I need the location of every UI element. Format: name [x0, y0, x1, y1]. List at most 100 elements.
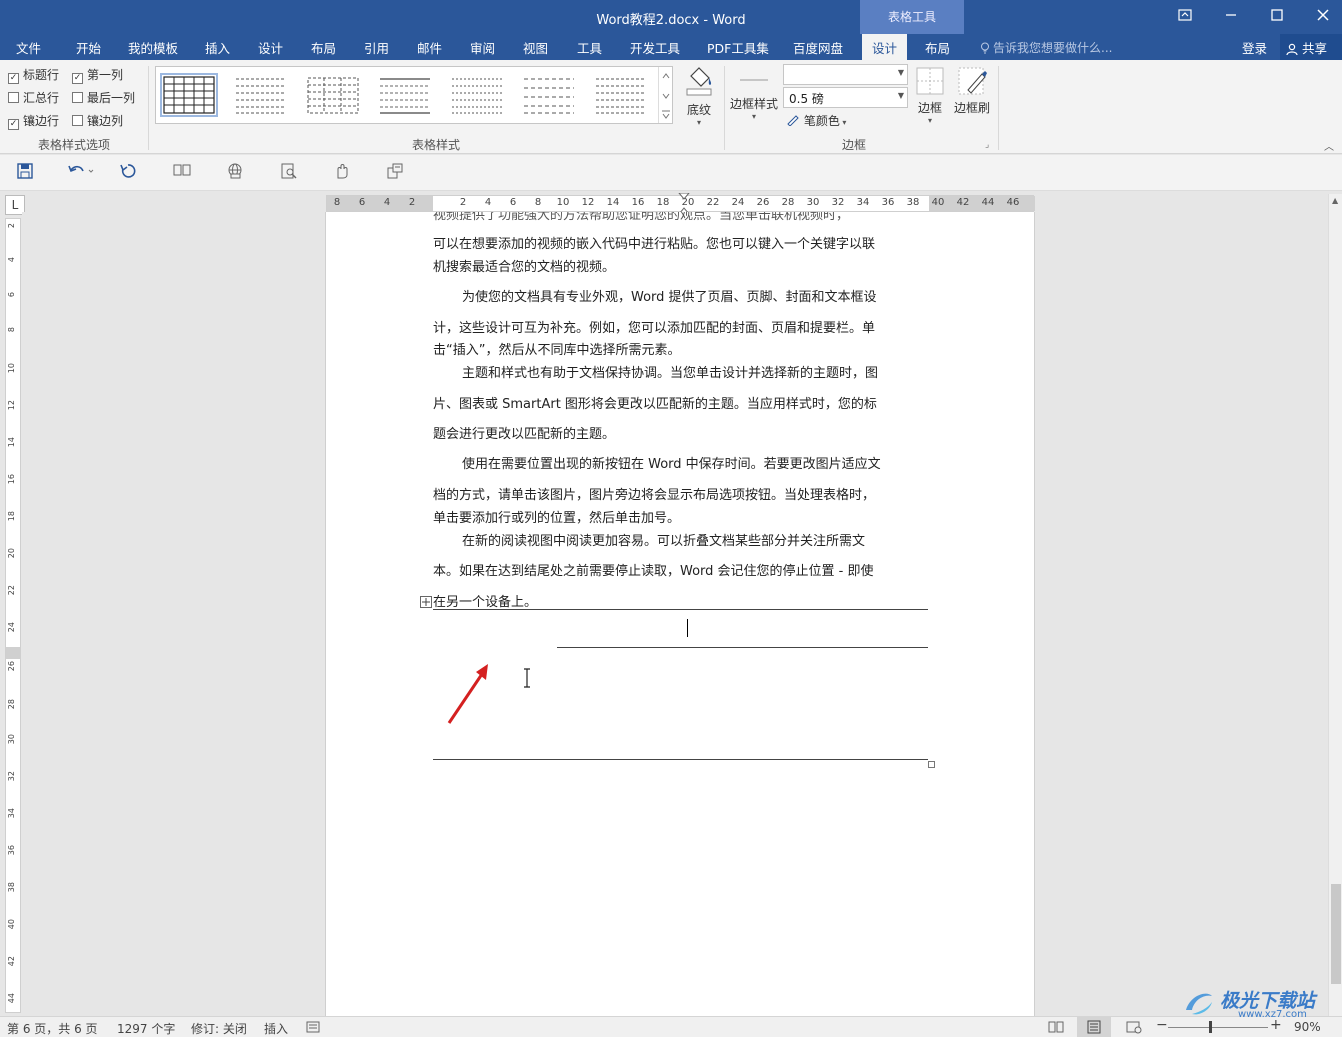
tab-table-design[interactable]: 设计 [862, 34, 908, 60]
vertical-scrollbar[interactable]: ▲ [1328, 194, 1342, 1016]
ribbon-tabs: 文件 开始 我的模板 插入 设计 布局 引用 邮件 审阅 视图 工具 开发工具 … [0, 34, 1342, 60]
ruler-number: 12 [581, 197, 595, 208]
total-row-checkbox[interactable]: 汇总行 [8, 89, 59, 106]
checkbox-label: 镶边行 [23, 114, 60, 128]
text-line: 击“插入”，然后从不同库中选择所需元素。 [433, 343, 681, 358]
table-resize-handle[interactable] [928, 761, 935, 768]
header-row-checkbox[interactable]: ✓ 标题行 [8, 66, 59, 84]
document-page[interactable]: 视频提供了功能强大的方法帮助您证明您的观点。当您单击联机视频时， 可以在想要添加… [325, 212, 1035, 1016]
ruler-number: 4 [7, 257, 16, 263]
table-style-light-1[interactable] [232, 73, 290, 117]
table-move-handle-icon[interactable] [420, 596, 432, 608]
scroll-thumb[interactable] [1331, 884, 1341, 984]
ruler-number: 2 [459, 197, 467, 208]
ruler-number: 18 [656, 197, 670, 208]
ruler-number: 14 [606, 197, 620, 208]
zoom-level[interactable]: 90% [1294, 1020, 1321, 1034]
page-count[interactable]: 第 6 页，共 6 页 [7, 1020, 98, 1037]
redo-icon[interactable] [118, 163, 138, 181]
ruler-number: 36 [7, 845, 16, 856]
vertical-ruler[interactable]: 2 4 6 8 10 12 14 16 18 20 22 24 26 28 30… [5, 218, 21, 1013]
border-painter-icon [958, 67, 987, 95]
table-style-grid[interactable] [160, 73, 218, 117]
window-title: Word教程2.docx - Word [596, 13, 746, 28]
tab-mailings[interactable]: 邮件 [417, 38, 442, 57]
border-styles-button[interactable]: 边框样式 ▾ [728, 66, 780, 121]
tab-developer[interactable]: 开发工具 [630, 38, 680, 57]
ribbon: ✓标题行 ✓第一列 汇总行 最后一列 ✓镶边行 镶边列 表格样式选项 表格 [0, 60, 1342, 154]
table-style-light-2[interactable] [304, 73, 362, 117]
ruler-number: 6 [7, 292, 16, 298]
tab-table-layout[interactable]: 布局 [925, 38, 950, 57]
tell-me-box[interactable]: 告诉我您想要做什么... [980, 39, 1112, 56]
line-weight-combo[interactable]: 0.5 磅 ▼ [783, 87, 908, 108]
table-bottom-border [433, 759, 928, 760]
tab-pdf-tools[interactable]: PDF工具集 [707, 38, 769, 57]
ruler-number: 28 [781, 197, 795, 208]
read-mode-icon[interactable] [172, 163, 192, 181]
tab-my-templates[interactable]: 我的模板 [128, 38, 178, 57]
tab-review[interactable]: 审阅 [470, 38, 495, 57]
banded-rows-checkbox[interactable]: ✓ 镶边行 [8, 112, 59, 130]
pen-color-button[interactable]: 笔颜色 ▾ [786, 112, 846, 129]
print-layout-view-button[interactable] [1077, 1017, 1111, 1037]
read-mode-view-icon[interactable] [1048, 1020, 1064, 1034]
touch-mode-icon[interactable] [332, 163, 352, 181]
undo-icon[interactable] [64, 163, 98, 181]
table-style-light-3[interactable] [376, 73, 434, 117]
zoom-slider-thumb[interactable] [1209, 1021, 1212, 1033]
minimize-icon[interactable] [1208, 0, 1254, 34]
ruler-number: 34 [7, 808, 16, 819]
table-style-light-4[interactable] [448, 73, 506, 117]
save-icon[interactable] [15, 163, 35, 181]
tab-file[interactable]: 文件 [16, 38, 41, 57]
ruler-number: 6 [509, 197, 517, 208]
tab-tools[interactable]: 工具 [577, 38, 602, 57]
zoom-slider[interactable] [1168, 1027, 1268, 1028]
checkbox-box [72, 115, 83, 126]
ruler-number: 14 [7, 437, 16, 448]
tab-view[interactable]: 视图 [523, 38, 548, 57]
group-divider [148, 66, 149, 150]
web-layout-icon[interactable] [225, 163, 245, 181]
first-column-checkbox[interactable]: ✓ 第一列 [72, 66, 123, 84]
line-style-combo[interactable]: ▼ [783, 64, 908, 85]
login-link[interactable]: 登录 [1242, 38, 1267, 57]
horizontal-ruler[interactable]: 8 6 4 2 2 4 6 8 10 12 14 16 18 20 22 24 … [326, 193, 1035, 215]
tab-layout[interactable]: 布局 [311, 38, 336, 57]
table-styles-group-label: 表格样式 [412, 138, 461, 152]
shading-button[interactable]: 底纹 ▾ [680, 64, 718, 127]
ribbon-display-options-icon[interactable] [1162, 0, 1208, 34]
borders-button[interactable]: 边框 ▾ [912, 66, 948, 125]
banded-columns-checkbox[interactable]: 镶边列 [72, 112, 123, 129]
tab-references[interactable]: 引用 [364, 38, 389, 57]
collapse-ribbon-icon[interactable]: ︿ [1324, 138, 1334, 153]
checkbox-label: 汇总行 [23, 91, 60, 105]
zoom-out-button[interactable]: − [1156, 1017, 1168, 1033]
table-styles-gallery [155, 66, 673, 124]
macro-record-icon[interactable] [306, 1021, 320, 1033]
insert-mode-status[interactable]: 插入 [264, 1020, 288, 1037]
close-icon[interactable] [1300, 0, 1342, 34]
table-style-light-6[interactable] [592, 73, 650, 117]
ruler-number: 26 [756, 197, 770, 208]
last-column-checkbox[interactable]: 最后一列 [72, 89, 135, 106]
table-style-light-5[interactable] [520, 73, 578, 117]
print-preview-icon[interactable] [279, 163, 299, 181]
tab-baidu-netdisk[interactable]: 百度网盘 [793, 38, 843, 57]
maximize-icon[interactable] [1254, 0, 1300, 34]
web-layout-view-icon[interactable] [1126, 1020, 1142, 1034]
dialog-launcher-icon[interactable]: ⌟ [985, 140, 989, 150]
gallery-scroll[interactable] [658, 67, 672, 123]
word-count[interactable]: 1297 个字 [117, 1020, 175, 1037]
share-button[interactable]: 共享 [1280, 34, 1342, 60]
tab-home[interactable]: 开始 [76, 38, 101, 57]
customize-qat-icon[interactable] [385, 163, 405, 181]
red-arrow-icon [447, 664, 488, 724]
tab-design[interactable]: 设计 [258, 38, 283, 57]
ruler-margin [6, 647, 20, 659]
scroll-up-icon[interactable]: ▲ [1332, 196, 1338, 205]
track-changes-status[interactable]: 修订: 关闭 [191, 1020, 247, 1037]
tab-insert[interactable]: 插入 [205, 38, 230, 57]
border-painter-button[interactable]: 边框刷 [950, 66, 994, 116]
